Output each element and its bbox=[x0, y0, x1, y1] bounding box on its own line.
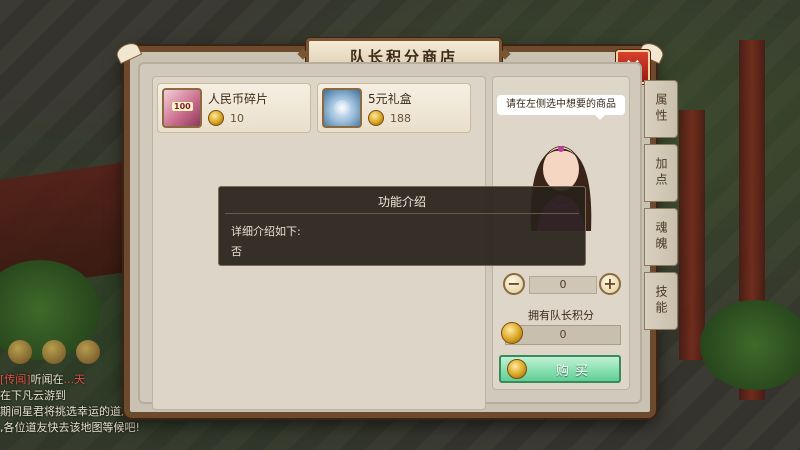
side-tabs: 属性 加点 魂魄 技能 bbox=[644, 80, 678, 336]
fragment-item-icon: 100 bbox=[162, 88, 202, 128]
buy-label: 购买 bbox=[555, 364, 594, 379]
red-pillar bbox=[679, 110, 705, 360]
chat-text: 在 bbox=[0, 389, 11, 402]
shop-item-gift-box[interactable]: 5元礼盒 188 bbox=[317, 83, 471, 133]
item-price: 188 bbox=[390, 112, 411, 125]
plus-button[interactable]: + bbox=[599, 273, 621, 295]
coin-icon bbox=[208, 110, 224, 126]
chat-text: ...天 bbox=[63, 373, 86, 386]
chat-text: 下凡云游到 bbox=[11, 389, 66, 402]
hud-mic-icon[interactable] bbox=[76, 340, 100, 364]
item-price: 10 bbox=[230, 112, 244, 125]
item-name: 5元礼盒 bbox=[368, 92, 412, 106]
popup-text: 详细介绍如下: bbox=[231, 225, 301, 238]
coin-icon bbox=[507, 359, 527, 379]
tab-add-points[interactable]: 加点 bbox=[644, 144, 678, 202]
chat-text: ,各位道友快去该地图等候吧! bbox=[0, 421, 140, 434]
thumb-label: 100 bbox=[172, 102, 193, 111]
hud-coin-icon[interactable] bbox=[8, 340, 32, 364]
quantity-field[interactable]: 0 bbox=[529, 276, 597, 294]
tab-soul[interactable]: 魂魄 bbox=[644, 208, 678, 266]
popup-text: 否 bbox=[231, 245, 242, 258]
hud-icons bbox=[8, 340, 100, 364]
feature-info-popup[interactable]: 功能介绍 详细介绍如下: 否 bbox=[218, 186, 586, 266]
chat-text: 听闻在 bbox=[30, 373, 64, 386]
shop-item-rmb-fragment[interactable]: 100 人民币碎片 10 bbox=[157, 83, 311, 133]
hint-bubble: 请在左侧选中想要的商品 bbox=[497, 95, 625, 120]
item-name: 人民币碎片 bbox=[208, 92, 269, 106]
quantity-stepper: − 0 + bbox=[503, 273, 621, 295]
hud-bag-icon[interactable] bbox=[42, 340, 66, 364]
buy-button[interactable]: 购买 bbox=[499, 355, 621, 383]
gift-box-item-icon bbox=[322, 88, 362, 128]
tab-attributes[interactable]: 属性 bbox=[644, 80, 678, 138]
points-label: 拥有队长积分 bbox=[528, 309, 594, 322]
coin-icon bbox=[368, 110, 384, 126]
coin-icon bbox=[501, 322, 523, 344]
chat-channel: [传闻] bbox=[0, 373, 31, 386]
shrub bbox=[700, 300, 800, 390]
popup-title: 功能介绍 bbox=[377, 195, 426, 209]
minus-button[interactable]: − bbox=[503, 273, 525, 295]
chat-line: ,各位道友快去该地图等候吧! bbox=[0, 420, 150, 436]
tab-skills[interactable]: 技能 bbox=[644, 272, 678, 330]
divider bbox=[225, 213, 579, 214]
